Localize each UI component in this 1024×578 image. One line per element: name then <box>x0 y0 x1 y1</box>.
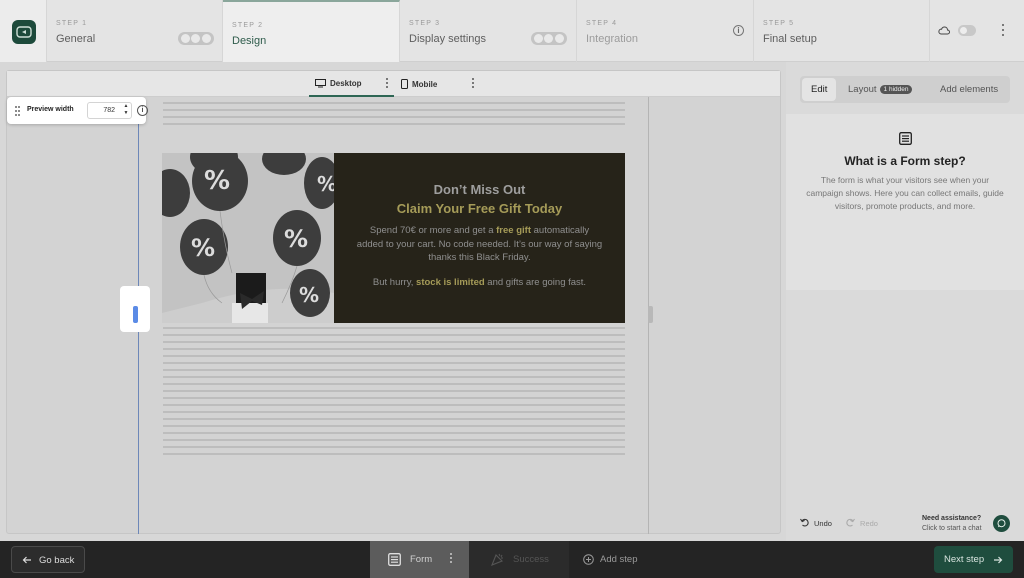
banner-body: Spend 70€ or more and get a free gift au… <box>356 225 603 263</box>
help-title: What is a Form step? <box>844 154 966 168</box>
add-step-button[interactable]: Add step <box>583 541 638 578</box>
svg-text:%: % <box>317 172 334 196</box>
device-bar: Desktop Mobile <box>7 71 780 97</box>
step-name: Final setup <box>763 33 817 45</box>
preview-width-control: Preview width 782 ▲ ▼ i <box>7 97 148 124</box>
tab-desktop[interactable]: Desktop <box>309 71 394 97</box>
next-step-button[interactable]: Next step <box>934 546 1013 573</box>
resize-handle-left[interactable] <box>120 286 150 332</box>
banner-text: Don’t Miss Out Claim Your Free Gift Toda… <box>334 153 625 323</box>
assistance-prompt[interactable]: Need assistance? Click to start a chat <box>922 514 982 534</box>
help-text: The form is what your visitors see when … <box>806 175 1004 211</box>
info-icon[interactable]: i <box>137 105 148 116</box>
redo-button[interactable]: Redo <box>846 518 878 528</box>
tab-label: Desktop <box>330 79 362 88</box>
mobile-options-icon[interactable] <box>471 78 475 90</box>
banner-subtitle: Claim Your Free Gift Today <box>396 201 563 216</box>
step-name: General <box>56 33 96 45</box>
preview-width-label: Preview width <box>27 106 74 113</box>
step-name: Integration <box>586 33 638 45</box>
step-label: Form <box>410 554 433 565</box>
banner-highlight: free gift <box>496 225 531 236</box>
panel-tabs: Edit Layout 1 hidden Add elements <box>800 76 1010 103</box>
desktop-icon <box>315 79 326 88</box>
publish-toggle[interactable] <box>958 25 976 36</box>
svg-text:%: % <box>299 283 319 307</box>
step-number: STEP 3 <box>409 20 441 27</box>
step-final-setup[interactable]: STEP 5 Final setup <box>754 0 930 62</box>
bottom-bar: Go back Form Success Add step Next step <box>0 541 1024 578</box>
resize-handle-right[interactable] <box>648 306 653 323</box>
confetti-icon <box>491 553 503 566</box>
cloud-icon <box>938 26 950 35</box>
step-number: STEP 1 <box>56 20 88 27</box>
tab-mobile[interactable]: Mobile <box>401 71 461 97</box>
step-label: Success <box>513 554 549 565</box>
step-number: STEP 2 <box>232 22 264 29</box>
plus-circle-icon <box>583 554 594 565</box>
step-name: Design <box>232 35 267 47</box>
step-status-toggle <box>178 32 214 45</box>
banner-urgency: But hurry, stock is limited and gifts ar… <box>372 277 587 288</box>
svg-text:%: % <box>284 225 308 253</box>
svg-text:%: % <box>204 166 230 196</box>
step-integration[interactable]: STEP 4 Integration i <box>577 0 754 62</box>
banner-title: Don’t Miss Out <box>433 182 526 197</box>
mobile-icon <box>401 79 408 89</box>
banner-highlight: stock is limited <box>416 277 485 288</box>
form-options-icon[interactable] <box>449 553 453 565</box>
tab-layout[interactable]: Layout 1 hidden <box>848 76 913 103</box>
redo-icon <box>846 518 855 527</box>
placeholder-content <box>163 327 625 460</box>
tab-label: Layout <box>848 84 877 95</box>
logo-icon <box>12 20 36 44</box>
step-success[interactable]: Success <box>469 541 569 578</box>
undo-icon <box>800 518 809 527</box>
assist-title: Need assistance? <box>922 515 982 522</box>
drag-handle-icon[interactable] <box>15 106 21 116</box>
arrow-left-icon <box>22 556 31 564</box>
properties-panel: Edit Layout 1 hidden Add elements What is… <box>786 62 1024 542</box>
step-display-settings[interactable]: STEP 3 Display settings <box>400 0 577 62</box>
step-general[interactable]: STEP 1 General <box>47 0 223 62</box>
step-number: STEP 5 <box>763 20 795 27</box>
form-icon <box>388 553 401 566</box>
step-name: Display settings <box>409 33 487 45</box>
chat-icon <box>997 519 1006 528</box>
tab-add-elements[interactable]: Add elements <box>940 76 998 103</box>
step-label: Add step <box>600 554 638 565</box>
svg-text:%: % <box>191 234 215 262</box>
step-design[interactable]: STEP 2 Design <box>223 0 400 62</box>
history-controls: Undo Redo <box>800 518 878 528</box>
arrow-right-icon <box>994 556 1003 564</box>
app-logo[interactable] <box>0 0 47 62</box>
more-menu-icon[interactable] <box>1001 24 1005 38</box>
top-actions <box>930 0 1024 62</box>
go-back-button[interactable]: Go back <box>11 546 85 573</box>
promo-banner[interactable]: % % % % % Don’t Miss Out Claim Your Free… <box>162 153 625 323</box>
step-form[interactable]: Form <box>370 541 469 578</box>
stepper-arrows-icon[interactable]: ▲ ▼ <box>123 103 129 117</box>
banner-image: % % % % % <box>162 153 334 323</box>
desktop-options-icon[interactable] <box>385 78 389 90</box>
help-card: What is a Form step? The form is what yo… <box>786 114 1024 290</box>
chat-button[interactable] <box>993 515 1010 532</box>
step-number: STEP 4 <box>586 20 618 27</box>
placeholder-content <box>163 102 625 130</box>
undo-button[interactable]: Undo <box>800 518 832 528</box>
step-status-toggle <box>531 32 567 45</box>
stepper-bar: STEP 1 General STEP 2 Design STEP 3 Disp… <box>0 0 1024 62</box>
tab-edit[interactable]: Edit <box>802 78 837 101</box>
form-icon <box>899 132 912 145</box>
assist-subtitle: Click to start a chat <box>922 525 982 532</box>
tab-label: Mobile <box>412 80 438 89</box>
info-icon[interactable]: i <box>733 25 744 36</box>
hidden-count-badge: 1 hidden <box>879 85 913 94</box>
